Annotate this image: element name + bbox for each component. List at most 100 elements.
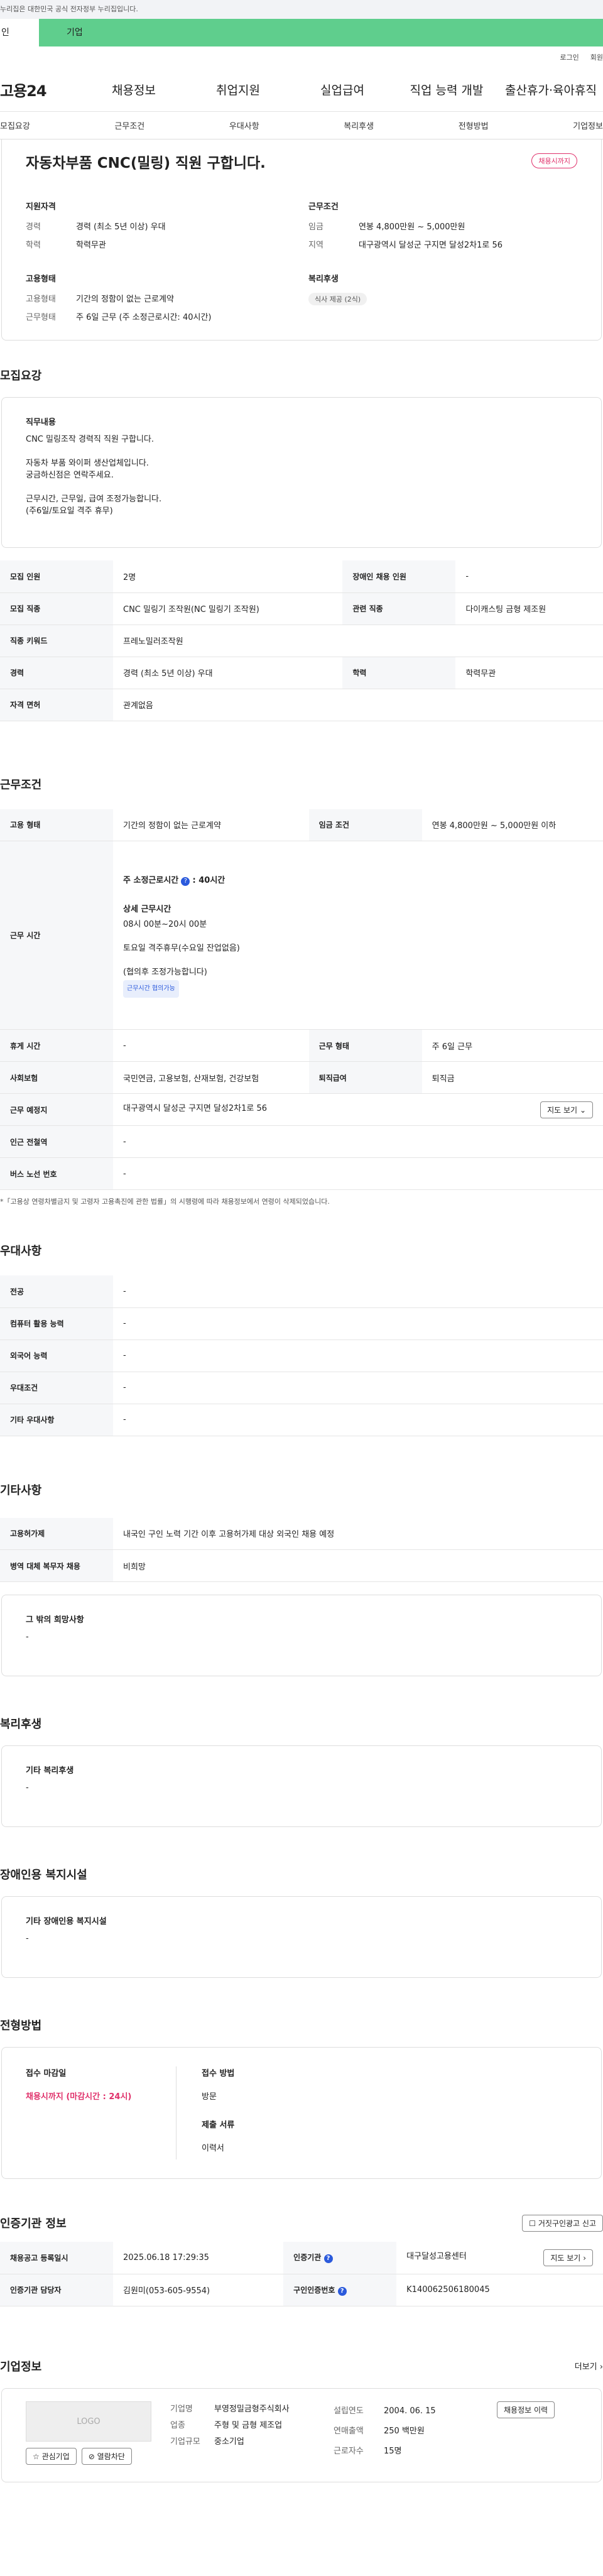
welfare-chip: 식사 제공 (2식)	[308, 293, 367, 305]
cond-heading: 근무조건	[308, 202, 339, 212]
table-row: 인증기관 담당자 김원미(053-605-9554) 구인인증번호 ? K140062…	[0, 2274, 603, 2306]
tab-conditions[interactable]: 근무조건	[114, 119, 144, 131]
table-row: 고용허가제 내국인 구인 노력 기간 이후 고용허가제 대상 외국인 채용 예정	[0, 1517, 603, 1550]
cell-label: 자격 면허	[0, 689, 113, 721]
table-row: 고용 형태 기간의 정함이 없는 근로계약 임금 조건 연봉 4,800만원 ~ 5,…	[0, 809, 603, 841]
star-icon: ☆	[33, 2452, 40, 2461]
section-tabs: 모집요강 근무조건 우대사항 복리후생 전형방법 기업정보	[0, 112, 603, 139]
cell-label: 근무 형태	[308, 1029, 422, 1062]
report-button[interactable]: ☐ 거짓구인광고 신고	[522, 2214, 603, 2232]
career-label: 경력	[26, 222, 41, 232]
adjust-note: (협의후 조정가능합니다)	[123, 967, 207, 977]
company-heading: 기업정보	[0, 2360, 42, 2374]
negotiable-tag: 근무시간 협의가능	[123, 980, 179, 998]
pref-heading: 우대사항	[0, 1245, 42, 1258]
auth-map-button[interactable]: 지도 보기 ›	[543, 2249, 593, 2266]
cell-label: 모집 인원	[0, 560, 113, 593]
block-button[interactable]: ⊘ 열람차단	[81, 2447, 132, 2465]
more-link[interactable]: 더보기 ›	[575, 2360, 603, 2372]
signup-link[interactable]: 회원	[590, 52, 603, 62]
qual-heading: 지원자격	[26, 202, 56, 212]
etc-table: 고용허가제 내국인 구인 노력 기간 이후 고용허가제 대상 외국인 채용 예정 …	[0, 1517, 603, 1582]
tab-recruit[interactable]: 모집요강	[0, 119, 30, 131]
help-icon[interactable]: ?	[323, 2254, 333, 2264]
site-logo[interactable]: 고용24	[0, 79, 82, 101]
table-row: 직종 키워드 프레노밀러조작원	[0, 625, 603, 657]
cell-label: 직종 키워드	[0, 625, 113, 657]
cell-label: 병역 대체 복무자 채용	[0, 1549, 113, 1582]
size-value: 중소기업	[214, 2437, 244, 2447]
work-address: 대구광역시 달성군 구지면 달성2차1로 56	[123, 1103, 268, 1113]
disability-box-heading: 기타 장애인용 복지시설	[26, 1917, 107, 1926]
process-heading: 전형방법	[0, 2019, 42, 2033]
emp-type-value: 기간의 정함이 없는 근로계약	[76, 295, 174, 304]
welfare-section-heading: 복리후생	[0, 1718, 42, 1731]
cell-value: 대구달성고용센터 지도 보기 ›	[396, 2242, 603, 2274]
est-label: 설립연도	[334, 2406, 364, 2416]
cell-value: -	[455, 560, 603, 593]
table-row: 우대조건 -	[0, 1372, 603, 1404]
gnb-unemployment[interactable]: 실업급여	[290, 81, 394, 98]
cell-label: 인근 전철역	[0, 1125, 113, 1158]
other-wishes-heading: 그 밖의 희망사항	[26, 1615, 84, 1625]
table-row: 외국어 능력 -	[0, 1340, 603, 1372]
gnb-training[interactable]: 직업 능력 개발	[394, 81, 499, 98]
more-label: 더보기	[574, 2362, 597, 2372]
gnb-employment-support[interactable]: 취업지원	[186, 81, 290, 98]
cell-label: 근무 예정지	[0, 1093, 113, 1126]
job-history-button[interactable]: 채용정보 이력	[497, 2401, 555, 2418]
help-icon[interactable]: ?	[181, 876, 190, 886]
cell-value: -	[113, 1307, 603, 1340]
login-link[interactable]: 로그인	[560, 52, 579, 62]
auth-table: 채용공고 등록일시 2025.06.18 17:29:35 인증기관 ? 대구달성고용…	[0, 2242, 603, 2306]
cell-label: 학력	[342, 657, 456, 689]
company-logo: LOGO	[26, 2401, 151, 2442]
cell-value: 경력 (최소 5년 이상) 우대	[113, 657, 343, 689]
duty-line: CNC 밀링조작 경력직 직원 구합니다.	[26, 435, 155, 444]
disability-heading: 장애인용 복지시설	[0, 1869, 87, 1882]
tab-corporate[interactable]: 기업	[39, 19, 603, 46]
cell-value: 국민연금, 고용보험, 산재보험, 건강보험	[113, 1061, 309, 1094]
auth-map-label: 지도 보기	[550, 2253, 581, 2262]
favorite-button[interactable]: ☆ 관심기업	[26, 2447, 77, 2465]
process-box: 접수 마감일 채용시까지 (마감시간 : 24시) 접수 방법 방문 제출 서류…	[1, 2047, 602, 2179]
welfare-heading: 복리후생	[308, 275, 339, 284]
other-wishes-value: -	[26, 1632, 29, 1642]
pref-table: 전공 - 컴퓨터 활용 능력 - 외국어 능력 - 우대조건 - 기타 우대사항 -	[0, 1275, 603, 1436]
company-card: LOGO ☆ 관심기업 ⊘ 열람차단 기업명 부영정밀금형주식회사 업종 주형 및 …	[1, 2388, 602, 2482]
table-row: 근무 예정지 대구광역시 달성군 구지면 달성2차1로 56 지도 보기 ⌄	[0, 1093, 603, 1126]
cell-value: 다이캐스팅 금형 제조원	[455, 592, 603, 625]
employees-value: 15명	[384, 2446, 402, 2456]
tab-company[interactable]: 기업정보	[573, 119, 603, 131]
cell-label: 모집 직종	[0, 592, 113, 625]
week-hours-value: : 40시간	[192, 875, 225, 885]
method-value: 방문	[202, 2092, 217, 2102]
tab-personal[interactable]: 인	[0, 19, 39, 46]
job-title: 자동차부품 CNC(밀링) 직원 구합니다.	[26, 155, 266, 172]
cell-label: 근무 시간	[0, 841, 113, 1030]
week-hours-label: 주 소정근로시간	[123, 875, 179, 885]
favorite-label: 관심기업	[41, 2452, 70, 2461]
tab-preferences[interactable]: 우대사항	[229, 119, 259, 131]
duty-spacer	[26, 445, 577, 457]
cell-label: 휴게 시간	[0, 1029, 113, 1062]
tab-process[interactable]: 전형방법	[459, 119, 489, 131]
company-name-value: 부영정밀금형주식회사	[214, 2404, 290, 2414]
duty-line: 근무시간, 근무일, 급여 조정가능합니다.	[26, 494, 162, 504]
disability-box-value: -	[26, 1934, 29, 1943]
gnb-leave[interactable]: 출산휴가·육아휴직	[499, 81, 603, 98]
table-row: 사회보험 국민연금, 고용보험, 산재보험, 건강보험 퇴직급여 퇴직금	[0, 1061, 603, 1094]
cell-value: -	[113, 1125, 603, 1158]
help-icon[interactable]: ?	[337, 2286, 347, 2296]
tab-welfare[interactable]: 복리후생	[344, 119, 374, 131]
cell-label: 사회보험	[0, 1061, 113, 1094]
location-value: 대구광역시 달성군 구지면 달성2차1로 56	[359, 241, 503, 250]
chevron-down-icon: ⌄	[579, 1105, 586, 1115]
gnb-jobs[interactable]: 채용정보	[82, 81, 186, 98]
location-label: 지역	[308, 241, 323, 250]
cell-label: 장애인 채용 인원	[342, 560, 456, 593]
shift-value: 주 6일 근무 (주 소정근로시간: 40시간)	[76, 313, 212, 322]
cell-value: 비희망	[113, 1549, 603, 1582]
cert-number-label: 구인인증번호	[293, 2285, 335, 2295]
map-button[interactable]: 지도 보기 ⌄	[540, 1101, 593, 1118]
